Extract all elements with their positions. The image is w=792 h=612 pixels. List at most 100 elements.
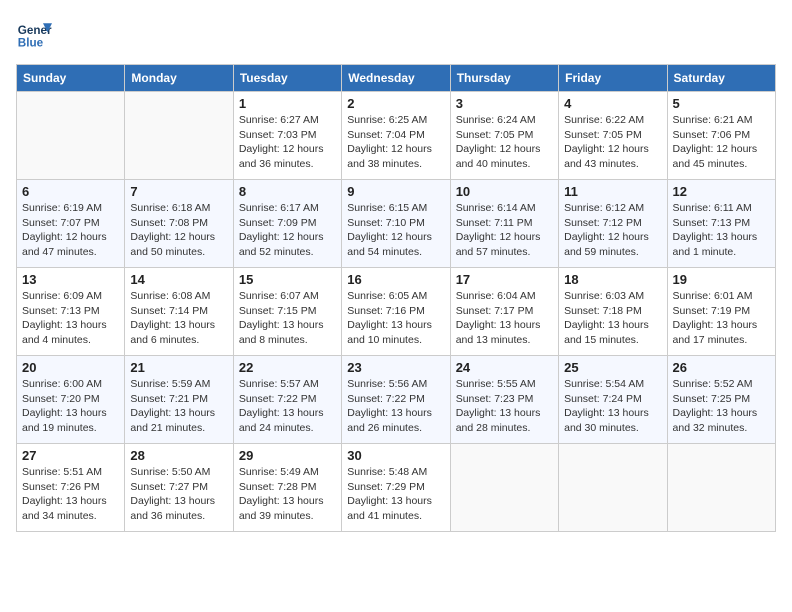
calendar-cell: 10Sunrise: 6:14 AM Sunset: 7:11 PM Dayli…: [450, 180, 558, 268]
day-number: 24: [456, 360, 553, 375]
day-info: Sunrise: 6:25 AM Sunset: 7:04 PM Dayligh…: [347, 113, 444, 172]
day-info: Sunrise: 6:19 AM Sunset: 7:07 PM Dayligh…: [22, 201, 119, 260]
day-number: 13: [22, 272, 119, 287]
day-number: 20: [22, 360, 119, 375]
week-row-4: 20 Sunrise: 6:00 AM Sunset: 7:20 PM Dayli…: [17, 356, 776, 444]
logo-icon: General Blue: [16, 16, 52, 52]
day-number: 11: [564, 184, 661, 199]
calendar-cell: 20 Sunrise: 6:00 AM Sunset: 7:20 PM Dayli…: [17, 356, 125, 444]
weekday-friday: Friday: [559, 65, 667, 92]
calendar-cell: 29Sunrise: 5:49 AM Sunset: 7:28 PM Dayli…: [233, 444, 341, 532]
day-info: Sunrise: 5:50 AM Sunset: 7:27 PM Dayligh…: [130, 465, 227, 524]
day-info: Sunrise: 6:03 AM Sunset: 7:18 PM Dayligh…: [564, 289, 661, 348]
calendar-cell: 3 Sunrise: 6:24 AM Sunset: 7:05 PM Daylig…: [450, 92, 558, 180]
calendar-cell: 1 Sunrise: 6:27 AM Sunset: 7:03 PM Daylig…: [233, 92, 341, 180]
day-number: 16: [347, 272, 444, 287]
day-info: Sunrise: 5:59 AM Sunset: 7:21 PM Dayligh…: [130, 377, 227, 436]
day-info: Sunrise: 6:14 AM Sunset: 7:11 PM Dayligh…: [456, 201, 553, 260]
calendar-cell: 23Sunrise: 5:56 AM Sunset: 7:22 PM Dayli…: [342, 356, 450, 444]
weekday-header-row: SundayMondayTuesdayWednesdayThursdayFrid…: [17, 65, 776, 92]
calendar-cell: [17, 92, 125, 180]
weekday-thursday: Thursday: [450, 65, 558, 92]
day-info: Sunrise: 6:17 AM Sunset: 7:09 PM Dayligh…: [239, 201, 336, 260]
svg-text:Blue: Blue: [18, 37, 44, 50]
day-number: 15: [239, 272, 336, 287]
day-number: 2: [347, 96, 444, 111]
day-info: Sunrise: 5:51 AM Sunset: 7:26 PM Dayligh…: [22, 465, 119, 524]
calendar-cell: 24 Sunrise: 5:55 AM Sunset: 7:23 PM Dayli…: [450, 356, 558, 444]
day-number: 3: [456, 96, 553, 111]
day-number: 19: [673, 272, 770, 287]
page-header: General Blue: [16, 16, 776, 52]
calendar-cell: 9 Sunrise: 6:15 AM Sunset: 7:10 PM Daylig…: [342, 180, 450, 268]
day-info: Sunrise: 5:55 AM Sunset: 7:23 PM Dayligh…: [456, 377, 553, 436]
day-info: Sunrise: 6:05 AM Sunset: 7:16 PM Dayligh…: [347, 289, 444, 348]
day-info: Sunrise: 6:09 AM Sunset: 7:13 PM Dayligh…: [22, 289, 119, 348]
day-info: Sunrise: 6:24 AM Sunset: 7:05 PM Dayligh…: [456, 113, 553, 172]
day-number: 8: [239, 184, 336, 199]
day-info: Sunrise: 6:07 AM Sunset: 7:15 PM Dayligh…: [239, 289, 336, 348]
day-info: Sunrise: 6:15 AM Sunset: 7:10 PM Dayligh…: [347, 201, 444, 260]
logo: General Blue: [16, 16, 52, 52]
week-row-5: 27 Sunrise: 5:51 AM Sunset: 7:26 PM Dayli…: [17, 444, 776, 532]
day-number: 27: [22, 448, 119, 463]
day-info: Sunrise: 5:56 AM Sunset: 7:22 PM Dayligh…: [347, 377, 444, 436]
calendar-cell: 14 Sunrise: 6:08 AM Sunset: 7:14 PM Dayli…: [125, 268, 233, 356]
calendar-cell: [559, 444, 667, 532]
calendar-cell: 7 Sunrise: 6:18 AM Sunset: 7:08 PM Daylig…: [125, 180, 233, 268]
calendar-cell: 21 Sunrise: 5:59 AM Sunset: 7:21 PM Dayli…: [125, 356, 233, 444]
day-info: Sunrise: 5:54 AM Sunset: 7:24 PM Dayligh…: [564, 377, 661, 436]
calendar-cell: 27 Sunrise: 5:51 AM Sunset: 7:26 PM Dayli…: [17, 444, 125, 532]
calendar-cell: 6Sunrise: 6:19 AM Sunset: 7:07 PM Daylig…: [17, 180, 125, 268]
calendar-body: 1 Sunrise: 6:27 AM Sunset: 7:03 PM Daylig…: [17, 92, 776, 532]
day-number: 14: [130, 272, 227, 287]
calendar-cell: 12 Sunrise: 6:11 AM Sunset: 7:13 PM Dayli…: [667, 180, 775, 268]
day-number: 9: [347, 184, 444, 199]
week-row-1: 1 Sunrise: 6:27 AM Sunset: 7:03 PM Daylig…: [17, 92, 776, 180]
day-info: Sunrise: 6:01 AM Sunset: 7:19 PM Dayligh…: [673, 289, 770, 348]
day-info: Sunrise: 5:48 AM Sunset: 7:29 PM Dayligh…: [347, 465, 444, 524]
day-number: 17: [456, 272, 553, 287]
day-number: 7: [130, 184, 227, 199]
day-number: 22: [239, 360, 336, 375]
calendar-cell: [667, 444, 775, 532]
calendar-cell: 5Sunrise: 6:21 AM Sunset: 7:06 PM Daylig…: [667, 92, 775, 180]
calendar-cell: 18 Sunrise: 6:03 AM Sunset: 7:18 PM Dayli…: [559, 268, 667, 356]
calendar-cell: 22 Sunrise: 5:57 AM Sunset: 7:22 PM Dayli…: [233, 356, 341, 444]
day-info: Sunrise: 6:11 AM Sunset: 7:13 PM Dayligh…: [673, 201, 770, 260]
weekday-tuesday: Tuesday: [233, 65, 341, 92]
calendar-cell: 25 Sunrise: 5:54 AM Sunset: 7:24 PM Dayli…: [559, 356, 667, 444]
day-info: Sunrise: 6:00 AM Sunset: 7:20 PM Dayligh…: [22, 377, 119, 436]
day-info: Sunrise: 6:18 AM Sunset: 7:08 PM Dayligh…: [130, 201, 227, 260]
calendar-cell: 16 Sunrise: 6:05 AM Sunset: 7:16 PM Dayli…: [342, 268, 450, 356]
calendar-cell: 28 Sunrise: 5:50 AM Sunset: 7:27 PM Dayli…: [125, 444, 233, 532]
day-info: Sunrise: 6:12 AM Sunset: 7:12 PM Dayligh…: [564, 201, 661, 260]
day-info: Sunrise: 6:08 AM Sunset: 7:14 PM Dayligh…: [130, 289, 227, 348]
day-number: 26: [673, 360, 770, 375]
day-info: Sunrise: 5:49 AM Sunset: 7:28 PM Dayligh…: [239, 465, 336, 524]
day-number: 28: [130, 448, 227, 463]
day-info: Sunrise: 6:22 AM Sunset: 7:05 PM Dayligh…: [564, 113, 661, 172]
weekday-monday: Monday: [125, 65, 233, 92]
week-row-2: 6Sunrise: 6:19 AM Sunset: 7:07 PM Daylig…: [17, 180, 776, 268]
calendar-cell: 17 Sunrise: 6:04 AM Sunset: 7:17 PM Dayli…: [450, 268, 558, 356]
day-number: 30: [347, 448, 444, 463]
day-number: 12: [673, 184, 770, 199]
day-number: 1: [239, 96, 336, 111]
day-number: 21: [130, 360, 227, 375]
calendar-cell: 30 Sunrise: 5:48 AM Sunset: 7:29 PM Dayli…: [342, 444, 450, 532]
day-number: 5: [673, 96, 770, 111]
calendar-cell: [125, 92, 233, 180]
calendar-cell: 2 Sunrise: 6:25 AM Sunset: 7:04 PM Daylig…: [342, 92, 450, 180]
calendar-cell: 11 Sunrise: 6:12 AM Sunset: 7:12 PM Dayli…: [559, 180, 667, 268]
day-number: 25: [564, 360, 661, 375]
day-number: 18: [564, 272, 661, 287]
calendar-cell: 13 Sunrise: 6:09 AM Sunset: 7:13 PM Dayli…: [17, 268, 125, 356]
day-info: Sunrise: 6:04 AM Sunset: 7:17 PM Dayligh…: [456, 289, 553, 348]
day-info: Sunrise: 5:57 AM Sunset: 7:22 PM Dayligh…: [239, 377, 336, 436]
day-info: Sunrise: 6:27 AM Sunset: 7:03 PM Dayligh…: [239, 113, 336, 172]
week-row-3: 13 Sunrise: 6:09 AM Sunset: 7:13 PM Dayli…: [17, 268, 776, 356]
calendar-cell: 26 Sunrise: 5:52 AM Sunset: 7:25 PM Dayli…: [667, 356, 775, 444]
weekday-sunday: Sunday: [17, 65, 125, 92]
day-info: Sunrise: 5:52 AM Sunset: 7:25 PM Dayligh…: [673, 377, 770, 436]
